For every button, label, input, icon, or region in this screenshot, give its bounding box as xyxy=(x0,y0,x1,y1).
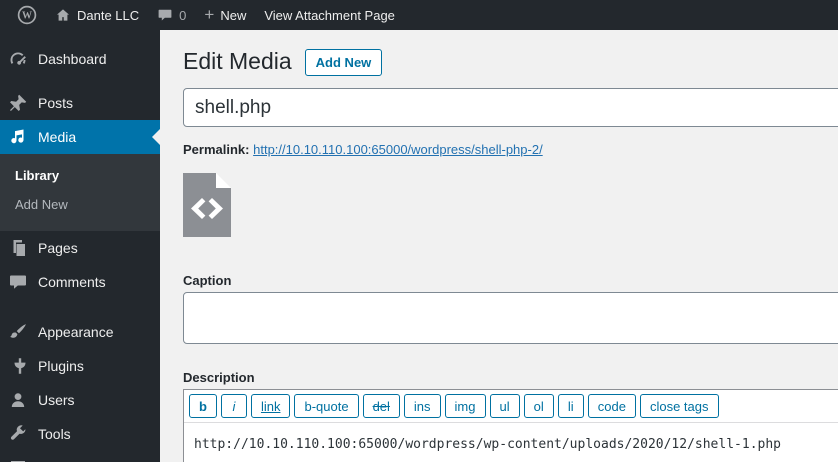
sidebar-item-dashboard[interactable]: Dashboard xyxy=(0,42,160,76)
submenu-item-library[interactable]: Library xyxy=(0,161,160,190)
quicktags-toolbar: b i link b-quote del ins img ul ol li code close ta… xyxy=(184,390,838,423)
quicktag-li-button[interactable]: li xyxy=(557,394,584,418)
svg-text:W: W xyxy=(22,11,32,22)
description-editor: b i link b-quote del ins img ul ol li code close ta… xyxy=(183,389,838,462)
sidebar-item-media[interactable]: Media xyxy=(0,120,160,154)
site-name-label: Dante LLC xyxy=(77,7,140,23)
quicktag-del-button[interactable]: del xyxy=(362,394,400,418)
page-title: Edit Media xyxy=(183,48,292,74)
media-note-icon xyxy=(8,127,28,147)
media-title-input[interactable] xyxy=(183,88,838,127)
view-attachment-label: View Attachment Page xyxy=(264,7,395,23)
admin-bar: W Dante LLC 0 + New View Attachment Page xyxy=(0,0,838,30)
sidebar-item-label: Tools xyxy=(38,426,71,442)
sidebar-item-posts[interactable]: Posts xyxy=(0,86,160,120)
sidebar-item-label: Users xyxy=(38,392,75,408)
description-label: Description xyxy=(183,370,255,385)
code-file-icon xyxy=(183,173,231,237)
sidebar-item-appearance[interactable]: Appearance xyxy=(0,315,160,349)
sidebar-item-label: Comments xyxy=(38,274,106,290)
settings-icon xyxy=(8,458,28,462)
admin-bar-view-attachment-page[interactable]: View Attachment Page xyxy=(255,0,404,30)
add-new-button[interactable]: Add New xyxy=(304,48,383,76)
page-header: Edit Media Add New xyxy=(183,46,838,76)
admin-bar-new[interactable]: + New xyxy=(195,0,255,30)
caption-label: Caption xyxy=(183,273,232,288)
sidebar-item-settings[interactable]: Settings xyxy=(0,451,160,462)
quicktag-img-button[interactable]: img xyxy=(444,394,486,418)
sidebar-item-label: Dashboard xyxy=(38,51,107,67)
permalink-label: Permalink: xyxy=(183,142,250,157)
sidebar-item-comments[interactable]: Comments xyxy=(0,265,160,299)
wrench-icon xyxy=(8,424,28,444)
sidebar-item-tools[interactable]: Tools xyxy=(0,417,160,451)
sidebar-item-pages[interactable]: Pages xyxy=(0,231,160,265)
pages-icon xyxy=(8,238,28,258)
comments-icon xyxy=(8,272,28,292)
sidebar-item-label: Pages xyxy=(38,240,78,256)
media-submenu: Library Add New xyxy=(0,154,160,231)
admin-sidebar: Dashboard Posts Media Library Add New Pages Co… xyxy=(0,30,160,462)
admin-bar-site-name[interactable]: Dante LLC xyxy=(46,0,148,30)
submenu-item-add-new[interactable]: Add New xyxy=(0,190,160,219)
description-textarea[interactable]: http://10.10.110.100:65000/wordpress/wp-… xyxy=(184,423,838,462)
pushpin-icon xyxy=(8,93,28,113)
quicktag-i-button[interactable]: i xyxy=(220,394,247,418)
sidebar-item-label: Appearance xyxy=(38,324,114,340)
dashboard-icon xyxy=(8,49,28,69)
comment-count: 0 xyxy=(179,7,187,23)
quicktag-b-button[interactable]: b xyxy=(189,394,217,418)
wordpress-logo-icon: W xyxy=(17,5,37,25)
quicktag-ol-button[interactable]: ol xyxy=(523,394,554,418)
sidebar-item-users[interactable]: Users xyxy=(0,383,160,417)
home-icon xyxy=(55,7,71,23)
comment-bubble-icon xyxy=(157,7,173,23)
plug-icon xyxy=(8,356,28,376)
quicktag-code-button[interactable]: code xyxy=(587,394,636,418)
quicktag-b-quote-button[interactable]: b-quote xyxy=(294,394,359,418)
quicktag-ul-button[interactable]: ul xyxy=(489,394,520,418)
permalink-link[interactable]: http://10.10.110.100:65000/wordpress/she… xyxy=(253,142,543,157)
quicktag-close-tags-button[interactable]: close tags xyxy=(639,394,719,418)
quicktag-link-button[interactable]: link xyxy=(250,394,291,418)
wordpress-logo[interactable]: W xyxy=(8,0,46,30)
sidebar-item-plugins[interactable]: Plugins xyxy=(0,349,160,383)
sidebar-item-label: Plugins xyxy=(38,358,84,374)
edit-media-page: Edit Media Add New Permalink: http://10.… xyxy=(160,30,838,462)
new-label: New xyxy=(220,7,247,23)
caption-textarea[interactable] xyxy=(183,292,838,344)
brush-icon xyxy=(8,322,28,342)
permalink-row: Permalink: http://10.10.110.100:65000/wo… xyxy=(183,142,838,157)
sidebar-item-label: Posts xyxy=(38,95,74,111)
quicktag-ins-button[interactable]: ins xyxy=(403,394,441,418)
user-icon xyxy=(8,390,28,410)
plus-icon: + xyxy=(204,4,215,24)
admin-bar-comments[interactable]: 0 xyxy=(148,0,195,30)
sidebar-item-label: Media xyxy=(38,129,77,145)
